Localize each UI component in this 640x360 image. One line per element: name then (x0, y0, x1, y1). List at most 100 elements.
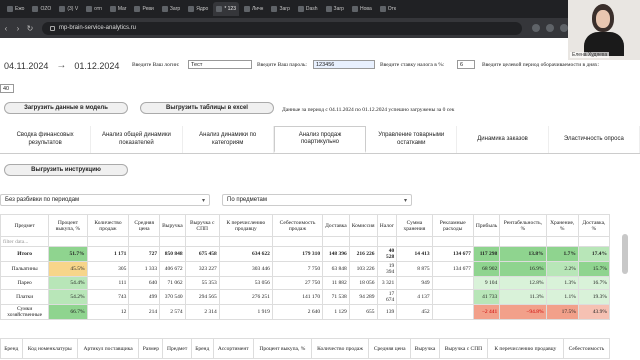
table-row[interactable]: Итого 51.7% 1 171 727 850 848 675 458 634 622 1… (0, 246, 611, 262)
tab-order-dynamics[interactable]: Динамика заказов (457, 126, 549, 153)
load-data-button[interactable]: Загрузить данные в модель (4, 102, 128, 114)
filter-cell[interactable] (472, 236, 501, 247)
password-input[interactable]: 123456 (313, 60, 375, 69)
filter-cell[interactable] (184, 236, 220, 247)
browser-tab[interactable]: (3) V (56, 2, 81, 16)
column-header[interactable]: Бренд (190, 338, 214, 359)
column-header[interactable]: Код номенклатуры (21, 338, 78, 359)
tax-input[interactable]: 6 (457, 60, 475, 69)
column-header[interactable]: Доставка (322, 214, 350, 237)
tab-stock-management[interactable]: Управление товарными остатками (366, 126, 458, 153)
column-header[interactable]: Сумма хранения (396, 214, 433, 237)
table-row[interactable]: Пальатины 45.5% 305 1 333 406 672 323 227 303 … (0, 261, 611, 277)
column-header[interactable]: Ассортимент (212, 338, 255, 359)
period-range[interactable]: 04.11.2024 → 01.12.2024 (4, 60, 119, 71)
browser-tab[interactable]: Ядро (185, 2, 211, 16)
browser-tab[interactable]: Личн (241, 2, 266, 16)
period-start[interactable]: 04.11.2024 (4, 61, 48, 71)
column-header[interactable]: Средняя цена (128, 214, 161, 237)
filter-cell[interactable] (159, 236, 186, 247)
column-header[interactable]: Предмет (0, 214, 50, 237)
tab-sales-by-article[interactable]: Анализ продаж поартикульно (273, 126, 367, 153)
forward-icon[interactable]: › (12, 24, 24, 33)
tab-elasticity[interactable]: Эластичность опроса (549, 126, 640, 153)
column-header[interactable]: Себестоимость продаж (271, 214, 324, 237)
column-header[interactable]: Хранение, % (545, 214, 579, 237)
filter-cell[interactable] (431, 236, 474, 247)
login-input[interactable]: Тест (188, 60, 252, 69)
filter-cell[interactable] (322, 236, 350, 247)
filter-cell[interactable] (577, 236, 611, 247)
filter-cell[interactable] (128, 236, 161, 247)
tab-category-dynamics[interactable]: Анализ динамики по категориям (183, 126, 274, 153)
column-header[interactable]: Налог (376, 214, 398, 237)
period-end[interactable]: 01.12.2024 (74, 61, 119, 71)
filter-cell[interactable] (348, 236, 378, 247)
tab-financial-summary[interactable]: Сводка финансовых результатов (0, 126, 92, 153)
export-excel-button[interactable]: Выгрузить таблицы в excel (140, 102, 274, 114)
filter-cell[interactable] (86, 236, 130, 247)
filter-cell[interactable]: filter data... (0, 236, 50, 247)
turnover-input[interactable]: 40 (0, 84, 14, 93)
browser-tab[interactable]: OZO (29, 2, 54, 16)
column-header[interactable]: Предмет (162, 338, 192, 359)
column-header[interactable]: Себестоимость (562, 338, 611, 359)
reload-icon[interactable]: ↻ (24, 24, 36, 33)
url-field[interactable]: mp-brain-service-analytics.ru (42, 21, 522, 35)
breakdown-select[interactable]: Без разбивки по периодам ▾ (0, 194, 210, 206)
filter-cell[interactable] (545, 236, 579, 247)
column-header[interactable]: Средняя цена (368, 338, 411, 359)
table-row[interactable]: Платки 54.2% 743 499 370 540 294 565 276 251 14… (0, 289, 611, 305)
back-icon[interactable]: ‹ (0, 24, 12, 33)
address-bar: ‹ › ↻ mp-brain-service-analytics.ru (0, 18, 640, 38)
table-row[interactable]: Сумки хозяйственные 66.7% 12 214 2 574 2 314 1… (0, 304, 611, 320)
extension-icon[interactable] (532, 24, 540, 32)
filter-cell[interactable] (218, 236, 273, 247)
filter-cell[interactable] (396, 236, 433, 247)
browser-tab[interactable]: Dash (295, 2, 321, 16)
browser-tab[interactable]: Загр (323, 2, 347, 16)
browser-tab[interactable]: Mar (107, 2, 130, 16)
table-row[interactable]: Парео 54.4% 111 640 71 062 55 353 53 056 27 750… (0, 276, 611, 290)
browser-tab[interactable]: Нова (349, 2, 375, 16)
column-header[interactable]: Доставка, % (577, 214, 611, 237)
browser-tab[interactable]: Загр (268, 2, 292, 16)
column-header[interactable]: Размер (138, 338, 164, 359)
bookmark-icon[interactable] (546, 24, 554, 32)
browser-tab-label: Загр (279, 6, 290, 12)
column-header[interactable]: Артикул поставщика (76, 338, 140, 359)
browser-tab[interactable]: Отк (377, 2, 399, 16)
column-header[interactable]: Процент выкупа, % (253, 338, 312, 359)
grouping-select[interactable]: По предметам ▾ (222, 194, 412, 206)
column-header[interactable]: Рекламные расходы (431, 214, 474, 237)
column-header[interactable]: Количество продаж (86, 214, 130, 237)
tab-general-dynamics[interactable]: Анализ общей динамики показателей (91, 126, 183, 153)
browser-tab[interactable]: Загр (159, 2, 183, 16)
column-header[interactable]: Выручка с СПП (184, 214, 220, 237)
browser-tab[interactable]: отп (83, 2, 105, 16)
column-header[interactable]: К перечислению продавцу (218, 214, 273, 237)
filter-cell[interactable] (271, 236, 324, 247)
browser-tab[interactable]: * 123 (213, 2, 239, 16)
column-header[interactable]: Бренд (0, 338, 23, 359)
table-cell: 139 (376, 304, 398, 320)
column-header[interactable]: Рентабельность, % (499, 214, 547, 237)
filter-cell[interactable] (48, 236, 88, 247)
row-label: Пальатины (0, 261, 50, 277)
table-scrollbar[interactable] (622, 234, 628, 274)
column-header[interactable]: Прибыль (472, 214, 501, 237)
browser-tab[interactable]: Ежо (4, 2, 27, 16)
column-header[interactable]: Количество продаж (310, 338, 370, 359)
filter-cell[interactable] (499, 236, 547, 247)
browser-tab-bar: Ежо OZO (3) V отп Mar Реви Загр Ядро * 123 Личн За… (0, 0, 640, 18)
column-header[interactable]: Выручка (409, 338, 440, 359)
download-instruction-button[interactable]: Выгрузить инструкцию (4, 164, 128, 176)
column-header[interactable]: Выручка (159, 214, 186, 237)
browser-tab[interactable]: Реви (131, 2, 156, 16)
column-header[interactable]: Процент выкупа, % (48, 214, 88, 237)
profile-icon[interactable] (560, 24, 568, 32)
column-header[interactable]: Выручка с СПП (438, 338, 488, 359)
column-header[interactable]: К перечислению продавцу (486, 338, 564, 359)
column-header[interactable]: Комиссия (348, 214, 378, 237)
filter-cell[interactable] (376, 236, 398, 247)
